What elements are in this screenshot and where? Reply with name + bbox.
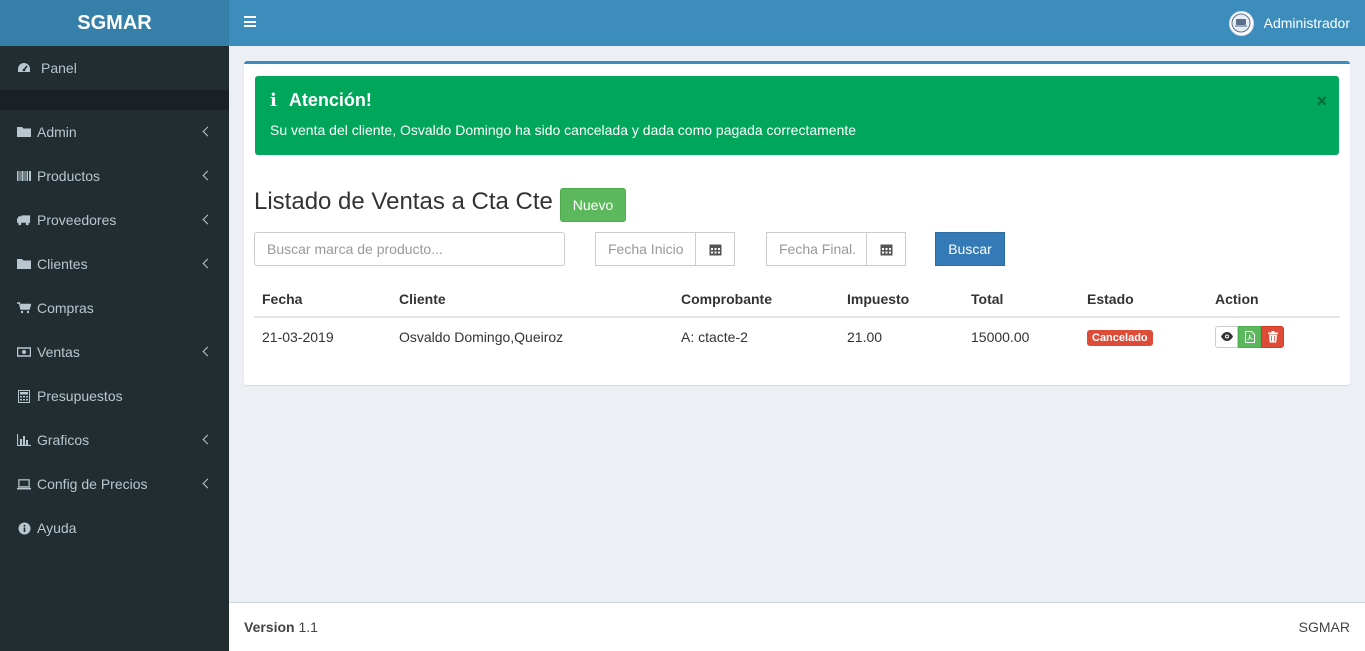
barcode-icon bbox=[17, 169, 31, 183]
sidebar-item-label: Panel bbox=[41, 60, 77, 76]
sales-box: i Atención! Su venta del cliente, Osvald… bbox=[244, 61, 1350, 385]
folder-icon bbox=[17, 257, 31, 271]
sidebar-item-label: Clientes bbox=[37, 256, 88, 272]
cart-icon bbox=[17, 301, 31, 315]
menu-toggle-icon[interactable] bbox=[244, 16, 256, 27]
cell-total: 15000.00 bbox=[971, 328, 1030, 345]
end-date-input[interactable]: Fecha Final. bbox=[766, 232, 867, 266]
sidebar-item-label: Proveedores bbox=[37, 212, 117, 228]
sidebar-item-admin[interactable]: Admin bbox=[0, 110, 229, 154]
sidebar-item-label: Ventas bbox=[37, 344, 80, 360]
user-name: Administrador bbox=[1263, 15, 1350, 31]
footer: Version 1.1 SGMAR bbox=[229, 602, 1365, 651]
top-navbar: Administrador bbox=[229, 0, 1365, 46]
start-date-input[interactable]: Fecha Inicio bbox=[595, 232, 696, 266]
sales-table: Fecha Cliente Comprobante Impuesto Total… bbox=[254, 282, 1340, 355]
sidebar-item-productos[interactable]: Productos bbox=[0, 154, 229, 198]
row-actions bbox=[1215, 325, 1284, 348]
sidebar-item-panel[interactable]: Panel bbox=[0, 46, 229, 90]
money-icon bbox=[17, 345, 31, 359]
sidebar-item-label: Ayuda bbox=[37, 520, 77, 536]
alert-message: Su venta del cliente, Osvaldo Domingo ha… bbox=[270, 122, 857, 138]
version-number: 1.1 bbox=[298, 619, 318, 635]
sidebar-item-label: Config de Precios bbox=[37, 476, 148, 492]
delete-button[interactable] bbox=[1261, 325, 1284, 348]
search-button[interactable]: Buscar bbox=[935, 232, 1005, 266]
chevron-left-icon bbox=[202, 478, 213, 489]
sidebar-item-label: Presupuestos bbox=[37, 388, 123, 404]
version-label: Version bbox=[244, 619, 295, 635]
sidebar-item-graficos[interactable]: Graficos bbox=[0, 418, 229, 462]
new-sale-button[interactable]: Nuevo bbox=[560, 188, 626, 222]
sidebar-item-ventas[interactable]: Ventas bbox=[0, 330, 229, 374]
chevron-left-icon bbox=[202, 346, 213, 357]
page-title: Listado de Ventas a Cta Cte bbox=[254, 188, 553, 215]
alert-title: i Atención! bbox=[270, 90, 372, 111]
eye-icon bbox=[1220, 332, 1233, 341]
info-circle-icon bbox=[17, 521, 31, 535]
calendar-icon[interactable] bbox=[866, 232, 906, 266]
version-info: Version 1.1 bbox=[244, 619, 318, 635]
table-header-row: Fecha Cliente Comprobante Impuesto Total… bbox=[254, 282, 1340, 318]
sidebar-item-compras[interactable]: Compras bbox=[0, 286, 229, 330]
calculator-icon bbox=[17, 389, 31, 403]
sidebar-item-label: Productos bbox=[37, 168, 101, 184]
status-badge: Cancelado bbox=[1087, 329, 1153, 346]
chevron-left-icon bbox=[202, 170, 213, 181]
sidebar-item-label: Admin bbox=[37, 124, 77, 140]
chevron-left-icon bbox=[202, 214, 213, 225]
column-header[interactable]: Fecha bbox=[254, 282, 391, 318]
cell-estado: Cancelado bbox=[1079, 317, 1207, 355]
sidebar-item-clientes[interactable]: Clientes bbox=[0, 242, 229, 286]
avatar bbox=[1228, 10, 1254, 36]
sidebar-item-proveedores[interactable]: Proveedores bbox=[0, 198, 229, 242]
pdf-button[interactable] bbox=[1238, 325, 1261, 348]
footer-brand: SGMAR bbox=[1298, 619, 1350, 635]
info-icon: i bbox=[270, 90, 277, 111]
sidebar-item-ayuda[interactable]: Ayuda bbox=[0, 506, 229, 550]
chevron-left-icon bbox=[202, 126, 213, 137]
view-button[interactable] bbox=[1215, 325, 1238, 348]
truck-icon bbox=[17, 213, 31, 227]
column-header[interactable]: Cliente bbox=[391, 282, 673, 318]
calendar-icon[interactable] bbox=[695, 232, 735, 266]
sidebar: SGMAR Panel Admin Productos Proveedores … bbox=[0, 0, 229, 651]
column-header[interactable]: Comprobante bbox=[673, 282, 839, 318]
column-header[interactable]: Total bbox=[963, 282, 1079, 318]
sidebar-item-label: Compras bbox=[37, 300, 94, 316]
sidebar-menu: Panel Admin Productos Proveedores Client… bbox=[0, 46, 229, 550]
cell-actions bbox=[1207, 317, 1340, 355]
user-menu[interactable]: Administrador bbox=[1228, 0, 1350, 46]
laptop-icon bbox=[17, 477, 31, 491]
column-header: Action bbox=[1207, 282, 1340, 318]
cell-impuesto: 21.00 bbox=[847, 328, 883, 345]
sidebar-item-config-precios[interactable]: Config de Precios bbox=[0, 462, 229, 506]
alert-title-text: Atención! bbox=[288, 90, 372, 110]
trash-icon bbox=[1267, 330, 1278, 342]
search-input[interactable]: Buscar marca de producto... bbox=[254, 232, 565, 266]
close-icon[interactable]: × bbox=[1316, 91, 1327, 112]
success-alert: i Atención! Su venta del cliente, Osvald… bbox=[255, 76, 1339, 155]
folder-icon bbox=[17, 125, 31, 139]
chevron-left-icon bbox=[202, 258, 213, 269]
app-logo[interactable]: SGMAR bbox=[0, 0, 229, 46]
column-header[interactable]: Impuesto bbox=[839, 282, 963, 318]
bar-chart-icon bbox=[17, 433, 31, 447]
sidebar-item-presupuestos[interactable]: Presupuestos bbox=[0, 374, 229, 418]
column-header[interactable]: Estado bbox=[1079, 282, 1207, 318]
cell-comprobante: A: ctacte-2 bbox=[681, 328, 748, 345]
chevron-left-icon bbox=[202, 434, 213, 445]
table-row: 21-03-2019 Osvaldo Domingo,Queiroz A: ct… bbox=[254, 317, 1340, 355]
dashboard-icon bbox=[17, 61, 31, 75]
sidebar-item-label: Graficos bbox=[37, 432, 90, 448]
cell-cliente: Osvaldo Domingo,Queiroz bbox=[399, 328, 564, 345]
file-pdf-icon bbox=[1244, 330, 1255, 343]
sidebar-divider bbox=[0, 90, 229, 110]
cell-fecha: 21-03-2019 bbox=[262, 328, 334, 345]
